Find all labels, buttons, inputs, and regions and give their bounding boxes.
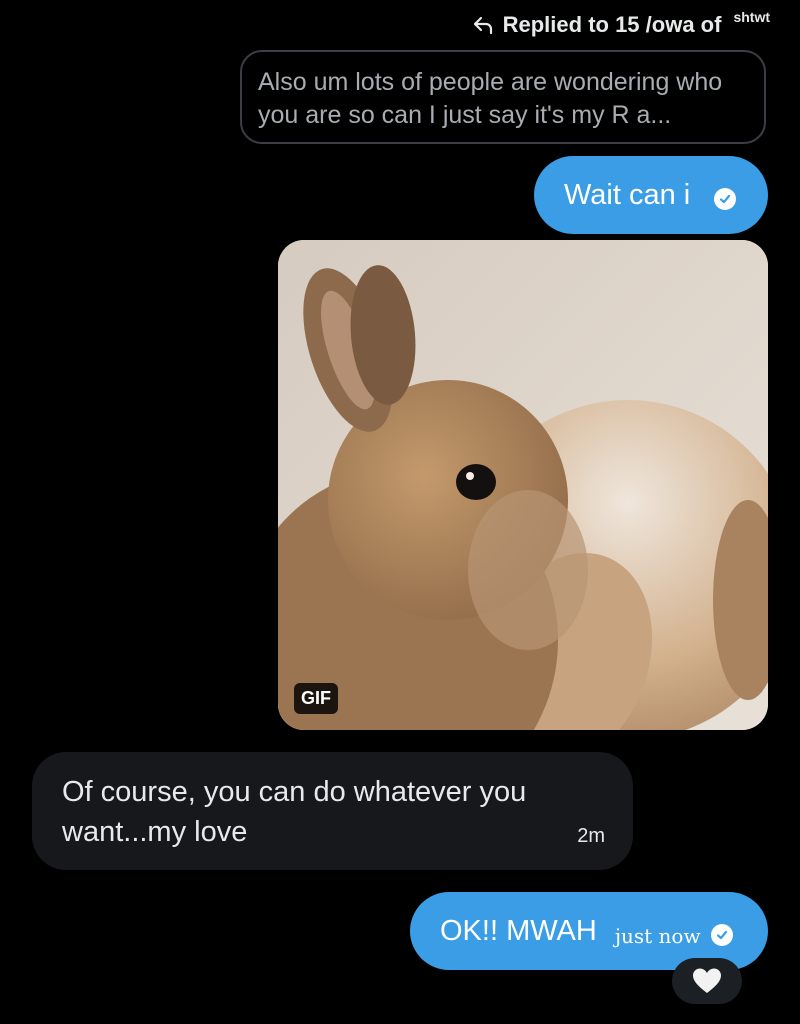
gif-badge: GIF	[294, 683, 338, 714]
quoted-message[interactable]: Also um lots of people are wondering who…	[240, 50, 766, 144]
reply-header: Replied to 15 /owa of shtwt	[471, 9, 770, 38]
reply-arrow-icon	[471, 13, 495, 37]
message-time: 2m	[577, 825, 605, 847]
bunny-gif-image	[278, 240, 768, 730]
gif-message[interactable]: GIF	[278, 240, 768, 730]
message-text: OK!! MWAH	[440, 914, 597, 947]
read-check-icon	[714, 188, 737, 210]
heart-icon	[693, 968, 721, 993]
read-check-icon	[710, 924, 733, 946]
reply-header-tag: shtwt	[733, 9, 770, 25]
message-bubble-incoming[interactable]: Of course, you can do whatever you want.…	[32, 752, 633, 870]
heart-reaction[interactable]	[672, 958, 742, 1004]
message-text: Of course, you can do whatever you want.…	[62, 776, 527, 848]
reply-header-label: Replied to 15 /owa of	[502, 12, 722, 37]
message-text: Wait can i	[564, 178, 691, 211]
message-time: just now	[614, 924, 701, 948]
message-bubble-outgoing[interactable]: Wait can i	[534, 156, 768, 234]
